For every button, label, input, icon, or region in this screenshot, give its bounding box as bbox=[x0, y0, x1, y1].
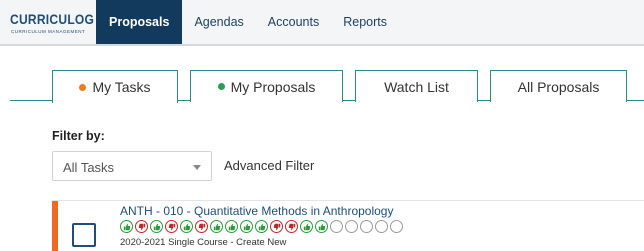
task-title-link[interactable]: ANTH - 010 - Quantitative Methods in Ant… bbox=[120, 204, 393, 218]
filter-label: Filter by: bbox=[52, 129, 105, 143]
tab-my-tasks[interactable]: My Tasks bbox=[52, 70, 178, 103]
main-nav: Proposals Agendas Accounts Reports bbox=[96, 0, 399, 44]
thumbs-up-icon bbox=[240, 220, 253, 233]
nav-proposals[interactable]: Proposals bbox=[96, 0, 183, 44]
tab-label: All Proposals bbox=[517, 78, 600, 95]
thumbs-up-icon bbox=[255, 220, 268, 233]
tab-label: My Proposals bbox=[230, 78, 316, 95]
thumbs-up-icon bbox=[225, 220, 238, 233]
pending-step-icon bbox=[345, 220, 358, 233]
status-dot-icon bbox=[217, 83, 225, 90]
thumbs-down-icon bbox=[285, 220, 298, 233]
tab-all-proposals[interactable]: All Proposals bbox=[490, 70, 627, 102]
tab-watch-list[interactable]: Watch List bbox=[355, 70, 478, 102]
curriculog-logo[interactable]: CURRICULOG CURRICULUM MANAGEMENT bbox=[10, 8, 94, 40]
pending-step-icon bbox=[330, 220, 343, 233]
thumbs-down-icon bbox=[195, 220, 208, 233]
chevron-down-icon bbox=[193, 165, 201, 170]
pending-step-icon bbox=[375, 220, 388, 233]
tab-label: Watch List bbox=[384, 78, 449, 95]
nav-agendas[interactable]: Agendas bbox=[182, 0, 255, 44]
tab-label: My Tasks bbox=[92, 79, 151, 95]
thumbs-up-icon bbox=[315, 220, 328, 233]
status-dot-icon bbox=[79, 83, 87, 91]
thumbs-down-icon bbox=[270, 220, 283, 233]
nav-reports[interactable]: Reports bbox=[331, 0, 399, 44]
thumbs-up-icon bbox=[150, 220, 163, 233]
thumbs-up-icon bbox=[120, 220, 133, 233]
thumbs-down-icon bbox=[165, 220, 178, 233]
task-meta: 2020-2021 Single Course - Create New bbox=[120, 237, 287, 248]
task-card: ANTH - 010 - Quantitative Methods in Ant… bbox=[52, 200, 644, 251]
task-status-accent bbox=[52, 201, 58, 251]
tab-my-proposals[interactable]: My Proposals bbox=[190, 70, 343, 102]
logo-wordmark: CURRICULOG bbox=[10, 11, 95, 27]
nav-accounts[interactable]: Accounts bbox=[256, 0, 331, 44]
pending-step-icon bbox=[360, 220, 373, 233]
filter-selected-value: All Tasks bbox=[63, 160, 115, 175]
thumbs-up-icon bbox=[300, 220, 313, 233]
thumbs-down-icon bbox=[135, 220, 148, 233]
task-checkbox[interactable] bbox=[72, 223, 96, 247]
approval-steps bbox=[120, 220, 403, 233]
logo-tagline: CURRICULUM MANAGEMENT bbox=[11, 29, 86, 34]
advanced-filter-link[interactable]: Advanced Filter bbox=[224, 158, 314, 173]
thumbs-up-icon bbox=[180, 220, 193, 233]
top-navigation-bar: CURRICULOG CURRICULUM MANAGEMENT Proposa… bbox=[0, 0, 644, 46]
thumbs-up-icon bbox=[210, 220, 223, 233]
pending-step-icon bbox=[390, 220, 403, 233]
filter-select[interactable]: All Tasks bbox=[52, 151, 212, 181]
